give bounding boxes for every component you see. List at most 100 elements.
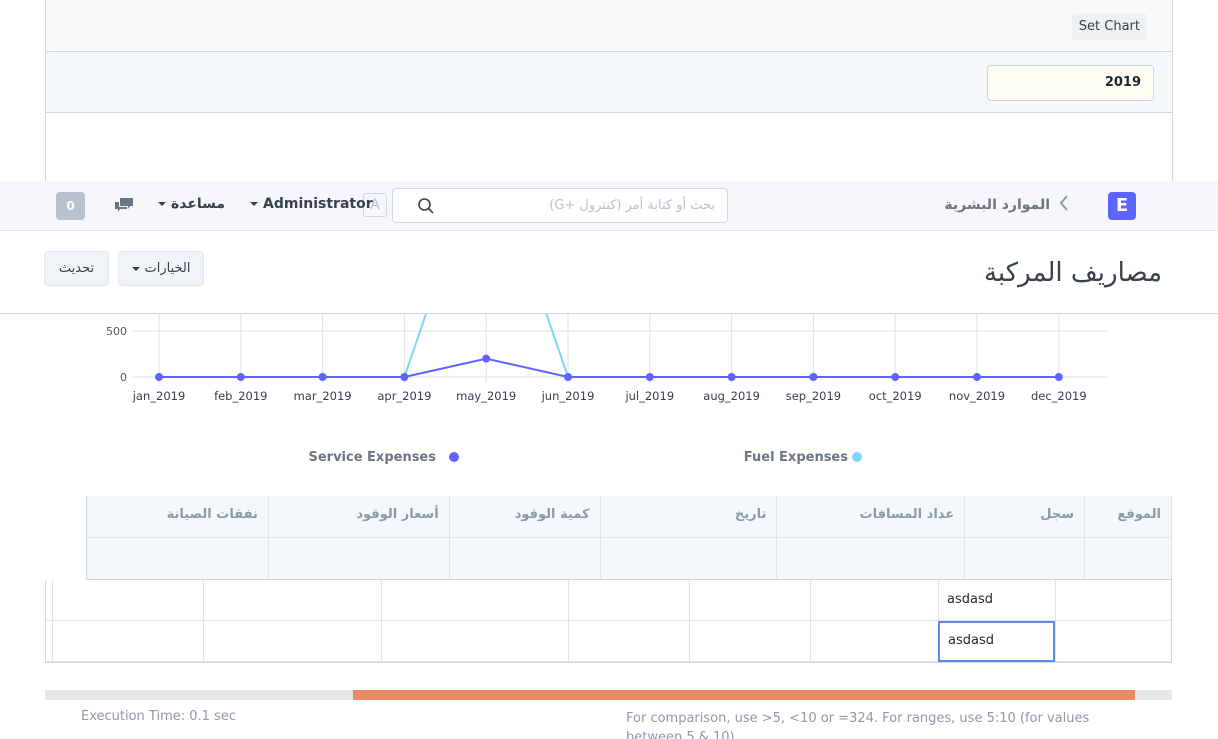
data-point [727,373,736,381]
grid-column-header[interactable]: الموقع [1085,496,1172,537]
search-icon [417,197,435,219]
x-tick-label: jan_2019 [132,389,186,403]
filter-toolbar: Set Chart [46,0,1172,52]
data-table: asdasd asdasd [45,580,1172,663]
data-point [318,373,327,381]
x-tick-label: feb_2019 [214,389,267,403]
table-cell[interactable] [568,621,689,662]
filter-panel: Set Chart 2019 [45,0,1173,182]
data-point [645,373,654,381]
options-label: الخيارات [144,261,191,276]
grid-column-header[interactable]: تاريخ [601,496,778,537]
x-tick-label: nov_2019 [949,389,1005,403]
chart-canvas: 0 500 jan_2019 feb_2019 mar_2019 apr_2019 may_… [106,314,1107,465]
horizontal-scrollbar[interactable] [45,690,1172,700]
legend-label: Service Expenses [308,450,436,465]
table-cell[interactable] [810,621,938,662]
grid-filter-cell[interactable] [450,538,601,579]
grid-filter-cell[interactable] [269,538,450,579]
refresh-button[interactable]: تحديث [44,251,109,286]
help-menu[interactable]: مساعدة [158,196,225,212]
table-cell[interactable] [381,621,568,662]
data-point [482,354,491,363]
data-point [973,373,981,381]
help-label: مساعدة [171,196,226,212]
table-cell[interactable] [52,580,203,621]
search-input[interactable]: بحث أو كتابة أمر (كنترول +G) [392,188,728,223]
data-point [891,373,900,381]
series-line [159,357,1059,378]
options-button[interactable]: الخيارات [118,251,204,286]
x-tick-label: jul_2019 [624,389,674,403]
caret-down-icon [250,202,258,206]
table-cell[interactable] [52,621,203,662]
grid-column-header[interactable]: سجل [965,496,1086,537]
table-cell-active[interactable]: asdasd [938,621,1055,662]
table-row[interactable]: asdasd [46,621,1171,662]
grid-filter-cell[interactable] [601,538,778,579]
x-tick-label: sep_2019 [786,389,841,403]
table-cell[interactable] [568,580,689,621]
grid-filter-cell[interactable] [965,538,1086,579]
table-cell[interactable] [203,621,381,662]
breadcrumb[interactable]: الموارد البشرية [944,197,1050,213]
x-tick-label: may_2019 [456,389,516,403]
page-title: مصاريف المركبة [983,258,1162,288]
x-tick-label: aug_2019 [703,389,760,403]
set-chart-button[interactable]: Set Chart [1071,14,1147,40]
filter-fields: 2019 [46,52,1172,113]
table-cell[interactable] [381,580,568,621]
chat-icon[interactable] [114,197,134,218]
scrollbar-thumb[interactable] [353,690,1135,700]
grid-column-header[interactable]: نفقات الصيانة [87,496,269,537]
table-cell[interactable] [1055,621,1172,662]
table-cell[interactable] [689,580,810,621]
grid-column-header[interactable]: كمية الوقود [450,496,601,537]
data-point [236,373,245,381]
data-point [400,373,409,381]
caret-down-icon [158,202,166,206]
navbar: E الموارد البشرية بحث أو كتابة أمر (كنتر… [0,181,1218,231]
x-tick-label: jun_2019 [541,389,595,403]
table-cell[interactable] [203,580,381,621]
x-tick-label: oct_2019 [869,389,922,403]
report-grid: نفقات الصيانة أسعار الوقود كمية الوقود تاري… [86,496,1172,580]
year-filter-input[interactable]: 2019 [987,65,1154,101]
chevron-left-icon [1058,193,1070,218]
data-point [155,373,163,381]
grid-filter-cell[interactable] [87,538,269,579]
x-tick-label: apr_2019 [377,389,431,403]
x-tick-label: dec_2019 [1031,389,1087,403]
grid-filter-cell[interactable] [777,538,966,579]
page-head: مصاريف المركبة الخيارات تحديث [0,231,1218,314]
notification-count-badge[interactable]: 0 [56,192,85,220]
table-cell[interactable] [689,621,810,662]
table-cell[interactable] [810,580,938,621]
grid-filter-cell[interactable] [1085,538,1172,579]
comparison-hint: For comparison, use >5, <10 or =324. For… [626,711,1090,739]
legend-dot [449,452,459,462]
execution-time: Execution Time: 0.1 sec [81,709,236,724]
grid-filter-row [87,538,1172,580]
app-logo[interactable]: E [1108,192,1136,220]
table-cell[interactable]: asdasd [938,580,1055,621]
data-point [809,373,818,381]
user-menu[interactable]: Administrator [250,196,373,212]
table-cell[interactable] [1055,580,1172,621]
y-tick-label: 500 [106,325,127,338]
user-label: Administrator [263,196,373,212]
grid-header-row: نفقات الصيانة أسعار الوقود كمية الوقود تاري… [87,496,1172,538]
data-point [1054,373,1063,381]
legend-label: Fuel Expenses [744,450,848,465]
line-chart: 0 500 jan_2019 feb_2019 mar_2019 apr_2019 may_… [45,314,1173,496]
grid-column-header[interactable]: عداد المسافات [777,496,966,537]
series-line [159,314,1059,378]
grid-column-header[interactable]: أسعار الوقود [269,496,450,537]
y-tick-label: 0 [120,371,127,384]
legend-dot [852,452,862,462]
data-point [564,373,572,381]
search-placeholder: بحث أو كتابة أمر (كنترول +G) [549,198,715,213]
caret-down-icon [131,266,140,271]
x-tick-label: mar_2019 [294,389,352,403]
table-row[interactable]: asdasd [46,580,1171,621]
